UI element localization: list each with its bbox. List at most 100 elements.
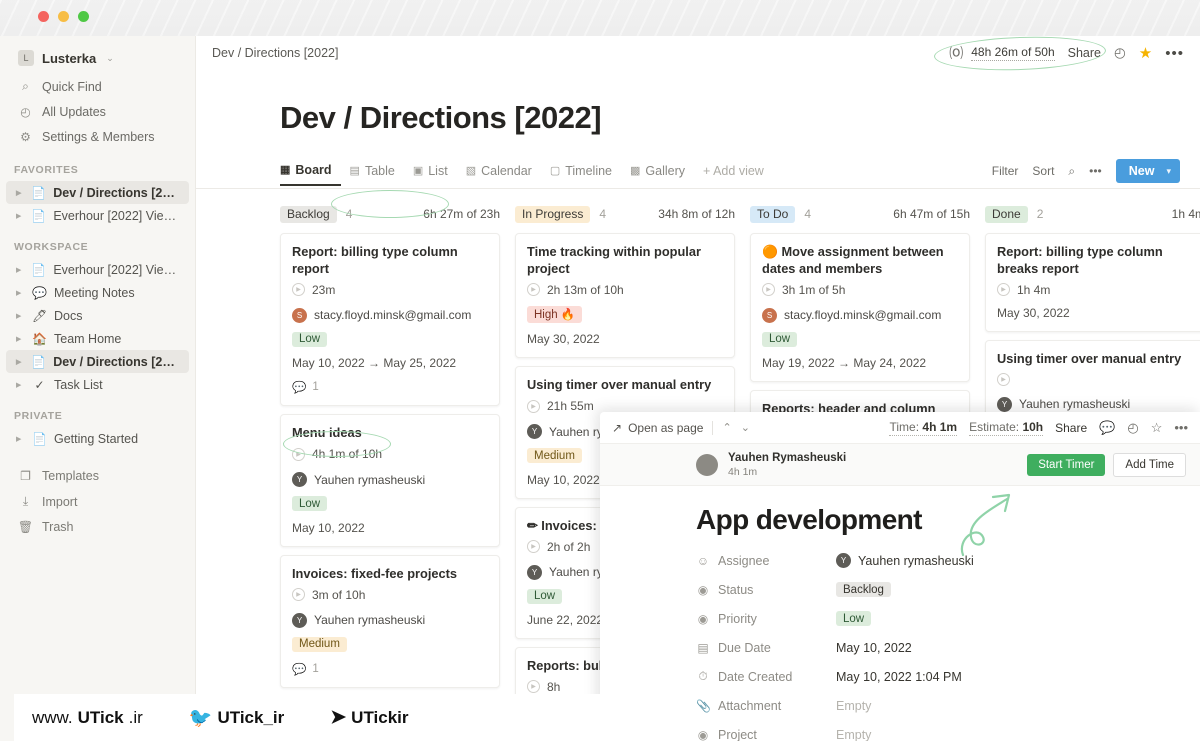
workspace-switcher[interactable]: L Lusterka ⌄ [6,44,189,72]
open-as-page-button[interactable]: ↗ Open as page [612,421,703,435]
search-icon[interactable]: ⌕ [1068,164,1075,179]
sidebar-item-everhour-view[interactable]: ▶ 📄 Everhour [2022] View ... [6,258,189,281]
zoom-button[interactable] [78,11,89,22]
card[interactable]: Time tracking within popular project ▶ 2… [515,233,735,359]
updates-clock-icon[interactable]: ◴ [1114,45,1126,61]
property-attachment[interactable]: 📎 Attachment Empty [696,691,1200,720]
property-date-created[interactable]: ⏱ Date Created May 10, 2022 1:04 PM [696,662,1200,691]
sidebar-item-task-list[interactable]: ▶ ✓ Task List [6,373,189,396]
tab-board[interactable]: ▦ Board [280,163,341,186]
play-timer-icon[interactable]: ▶ [292,283,305,297]
card[interactable]: Report: billing type column breaks repor… [985,233,1200,332]
play-timer-icon[interactable]: ▶ [527,283,540,297]
card-time[interactable]: ▶ [997,372,1193,386]
card-time[interactable]: ▶ 23m [292,283,488,297]
sidebar-item-import[interactable]: ⤓ Import [6,489,189,514]
next-item-icon[interactable]: ⌄ [741,421,750,434]
property-project[interactable]: ◉ Project Empty [696,720,1200,741]
favorite-star-icon[interactable]: ★ [1139,44,1152,62]
column-name[interactable]: Done [985,205,1028,223]
tab-list[interactable]: ▣ List [404,164,457,185]
clock-icon[interactable]: ◴ [1127,420,1138,436]
comment-icon[interactable]: 💬 [1099,420,1115,436]
panel-share-button[interactable]: Share [1055,421,1087,435]
sidebar-item-dev-directions[interactable]: ▶ 📄 Dev / Directions [2022] [6,350,189,373]
minimize-button[interactable] [58,11,69,22]
new-button[interactable]: New ▾ [1115,159,1180,183]
chevron-right-icon[interactable]: ▶ [16,381,25,389]
sidebar-item-dev-directions-fav[interactable]: ▶ 📄 Dev / Directions [2022] [6,181,189,204]
play-timer-icon[interactable]: ▶ [762,283,775,297]
play-timer-icon[interactable]: ▶ [292,447,305,461]
tab-table[interactable]: ▤ Table [341,164,404,185]
play-timer-icon[interactable]: ▶ [527,680,540,694]
play-timer-icon[interactable]: ▶ [997,372,1010,386]
play-timer-icon[interactable]: ▶ [292,588,305,602]
tab-gallery[interactable]: ▩ Gallery [621,164,694,185]
tab-calendar[interactable]: ▧ Calendar [457,164,541,185]
card-time[interactable]: ▶ 1h 4m [997,283,1193,297]
card-comments[interactable]: 💬 1 [292,662,488,676]
share-button[interactable]: Share [1068,46,1101,60]
start-timer-button[interactable]: Start Timer [1027,453,1106,476]
tab-timeline[interactable]: ▢ Timeline [541,164,621,185]
chevron-right-icon[interactable]: ▶ [16,435,25,443]
column-name[interactable]: Backlog [280,205,337,223]
property-assignee[interactable]: ☺ Assignee Y Yauhen rymasheuski [696,546,1200,575]
panel-header: ↗ Open as page ⌃ ⌄ Time: 4h 1m Estimate:… [600,412,1200,444]
column-name[interactable]: In Progress [515,205,591,223]
card-time[interactable]: ▶ 3m of 10h [292,588,488,602]
sidebar-item-team-home[interactable]: ▶ 🏠 Team Home [6,327,189,350]
card-time[interactable]: ▶ 2h 13m of 10h [527,283,723,297]
sidebar-item-settings-members[interactable]: ⚙ Settings & Members [6,125,189,149]
chevron-right-icon[interactable]: ▶ [16,335,25,343]
card[interactable]: 🟠 Move assignment between dates and memb… [750,233,970,383]
play-timer-icon[interactable]: ▶ [527,540,540,554]
previous-item-icon[interactable]: ⌃ [722,421,731,434]
filter-button[interactable]: Filter [992,164,1019,178]
more-options-icon[interactable]: ••• [1174,420,1188,435]
column-name[interactable]: To Do [750,205,796,223]
card-comments[interactable]: 💬 1 [292,380,488,394]
sidebar-item-all-updates[interactable]: ◴ All Updates [6,100,189,124]
card-time[interactable]: ▶ 4h 1m of 10h [292,447,488,461]
sort-button[interactable]: Sort [1032,164,1054,178]
property-priority[interactable]: ◉ Priority Low [696,604,1200,633]
chevron-right-icon[interactable]: ▶ [16,266,24,274]
panel-time[interactable]: Time: 4h 1m [889,419,958,436]
favorite-star-icon[interactable]: ☆ [1151,420,1163,436]
play-timer-icon[interactable]: ▶ [997,283,1010,297]
sidebar-item-meeting-notes[interactable]: ▶ 💬 Meeting Notes [6,281,189,304]
tab-label: Table [364,163,395,178]
close-button[interactable] [38,11,49,22]
sidebar-item-everhour-view-fav[interactable]: ▶ 📄 Everhour [2022] View ... [6,204,189,227]
card[interactable]: Invoices: fixed-fee projects ▶ 3m of 10h… [280,554,500,689]
add-time-button[interactable]: Add Time [1113,452,1186,477]
time-tracking-badge[interactable]: ⒪ 48h 26m of 50h [949,43,1055,63]
property-due-date[interactable]: ▤ Due Date May 10, 2022 [696,633,1200,662]
card[interactable]: Menu ideas ▶ 4h 1m of 10h Y Yauhen rymas… [280,414,500,547]
sidebar-item-trash[interactable]: 🗑 Trash [6,515,189,539]
play-timer-icon[interactable]: ▶ [527,399,540,413]
chevron-right-icon[interactable]: ▶ [16,289,25,297]
chevron-down-icon[interactable]: ▾ [1166,166,1171,177]
add-view-button[interactable]: + Add view [694,164,773,185]
priority-badge: Low [836,611,872,626]
chevron-right-icon[interactable]: ▶ [16,312,25,320]
chevron-right-icon[interactable]: ▶ [16,358,24,366]
task-title[interactable]: App development [696,504,1200,536]
card[interactable]: Report: billing type column report ▶ 23m… [280,233,500,407]
chevron-right-icon[interactable]: ▶ [16,189,24,197]
chevron-right-icon[interactable]: ▶ [16,212,24,220]
more-options-icon[interactable]: ••• [1165,45,1184,62]
panel-time-label: Time: [889,419,920,434]
card-time[interactable]: ▶ 3h 1m of 5h [762,283,958,297]
breadcrumb[interactable]: Dev / Directions [2022] [212,46,338,60]
more-options-icon[interactable]: ••• [1089,164,1102,178]
sidebar-item-templates[interactable]: ❐ Templates [6,464,189,488]
sidebar-item-docs[interactable]: ▶ 🖊 Docs [6,304,189,327]
sidebar-item-quick-find[interactable]: ⌕ Quick Find [6,74,189,99]
sidebar-item-getting-started[interactable]: ▶ 📄 Getting Started [6,427,189,450]
property-status[interactable]: ◉ Status Backlog [696,575,1200,604]
panel-estimate[interactable]: Estimate: 10h [969,420,1044,436]
